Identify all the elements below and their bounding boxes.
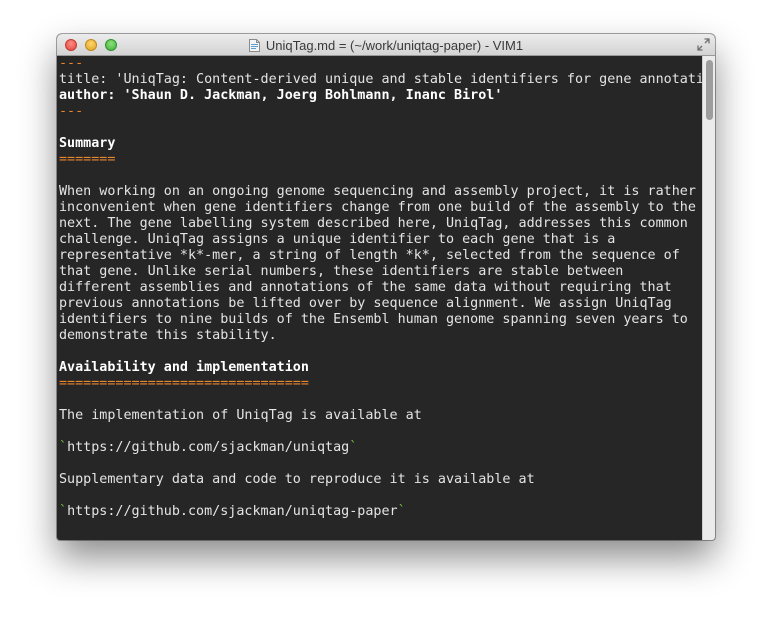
inline-code-text: https://github.com/sjackman/uniqtag [67,440,350,455]
title-bar[interactable]: UniqTag.md = (~/work/uniqtag-paper) - VI… [57,34,715,56]
editor-line[interactable]: =============================== [59,376,702,392]
editor-line[interactable]: `https://github.com/sjackman/uniqtag` [59,440,702,456]
window-title: UniqTag.md = (~/work/uniqtag-paper) - VI… [265,37,524,53]
editor-line[interactable] [59,344,702,360]
editor-line[interactable]: `https://github.com/sjackman/uniqtag-pap… [59,504,702,520]
backtick: ` [349,440,358,455]
editor-line[interactable]: demonstrate this stability. [59,328,702,344]
editor-line[interactable] [59,120,702,136]
editor-line[interactable]: representative *k*-mer, a string of leng… [59,248,702,264]
editor-line[interactable] [59,168,702,184]
editor-line[interactable] [59,392,702,408]
editor-line[interactable]: The implementation of UniqTag is availab… [59,408,702,424]
editor-line[interactable] [59,424,702,440]
editor-line[interactable]: identifiers to nine builds of the Ensemb… [59,312,702,328]
editor-line[interactable]: previous annotations be lifted over by s… [59,296,702,312]
editor-line[interactable]: that gene. Unlike serial numbers, these … [59,264,702,280]
vertical-scrollbar[interactable] [702,56,715,540]
editor-line[interactable]: Availability and implementation [59,360,702,376]
window-title-group: UniqTag.md = (~/work/uniqtag-paper) - VI… [57,34,715,56]
zoom-button[interactable] [105,39,117,51]
editor-line[interactable]: --- [59,104,702,120]
inline-code-text: https://github.com/sjackman/uniqtag-pape… [67,504,398,519]
editor-line[interactable]: ======= [59,152,702,168]
editor-line[interactable]: title: 'UniqTag: Content-derived unique … [59,72,702,88]
backtick: ` [59,440,68,455]
minimize-button[interactable] [85,39,97,51]
editor-line[interactable]: next. The gene labelling system describe… [59,216,702,232]
editor-text-area[interactable]: --- title: 'UniqTag: Content-derived uniq… [57,56,702,540]
scrollbar-thumb[interactable] [706,60,713,120]
editor-line[interactable]: When working on an ongoing genome sequen… [59,184,702,200]
editor-line[interactable]: --- [59,56,702,72]
editor-line[interactable] [59,456,702,472]
editor-line[interactable]: Summary [59,136,702,152]
editor-line[interactable]: different assemblies and annotations of … [59,280,702,296]
vim-window: UniqTag.md = (~/work/uniqtag-paper) - VI… [57,34,715,540]
editor-line[interactable]: challenge. UniqTag assigns a unique iden… [59,232,702,248]
fullscreen-arrows-icon[interactable] [697,38,710,51]
close-button[interactable] [65,39,77,51]
editor-line[interactable] [59,488,702,504]
backtick: ` [397,504,406,519]
markdown-document-icon [248,38,260,52]
editor-line[interactable]: Supplementary data and code to reproduce… [59,472,702,488]
editor-line[interactable]: author: 'Shaun D. Jackman, Joerg Bohlman… [59,88,702,104]
backtick: ` [59,504,68,519]
editor-line[interactable]: inconvenient when gene identifiers chang… [59,200,702,216]
